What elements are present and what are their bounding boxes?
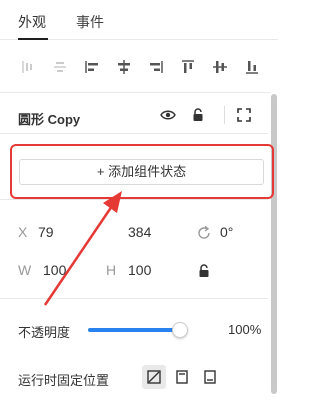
active-tab-indicator xyxy=(18,38,48,40)
fixed-position-label: 运行时固定位置 xyxy=(18,373,110,388)
tab-events[interactable]: 事件 xyxy=(76,12,104,32)
eye-icon[interactable] xyxy=(160,107,176,123)
component-state-section: + 添加组件状态 xyxy=(0,135,268,195)
fix-bottom-icon xyxy=(204,370,216,384)
scrollbar-thumb[interactable] xyxy=(271,94,277,394)
fix-bottom-button[interactable] xyxy=(198,365,222,389)
align-center-icon[interactable] xyxy=(116,59,132,75)
rotate-icon xyxy=(196,225,212,241)
header-divider xyxy=(224,106,225,124)
fix-top-icon xyxy=(176,370,188,384)
align-top-icon[interactable] xyxy=(180,59,196,75)
no-fix-button[interactable] xyxy=(142,365,166,389)
fixed-position-row: 运行时固定位置 xyxy=(0,362,268,392)
opacity-slider-thumb[interactable] xyxy=(172,322,188,338)
panel-tabs: 外观 事件 xyxy=(0,0,278,40)
layer-name: 圆形 Copy xyxy=(18,112,81,127)
align-toolbar xyxy=(0,41,270,93)
h-label: H xyxy=(106,262,117,278)
no-fix-icon xyxy=(147,370,161,384)
rotation-value-input[interactable]: 0° xyxy=(220,224,233,240)
align-middle-icon[interactable] xyxy=(212,59,228,75)
align-left-icon[interactable] xyxy=(84,59,100,75)
w-value-input[interactable]: 100 xyxy=(43,262,66,278)
panel-scrollbar[interactable] xyxy=(270,94,278,394)
aspect-lock-icon[interactable] xyxy=(196,263,212,279)
unlock-icon[interactable] xyxy=(190,107,206,123)
align-horizontal-center-icon[interactable] xyxy=(52,59,68,75)
add-component-state-button[interactable]: + 添加组件状态 xyxy=(19,159,264,185)
tab-appearance[interactable]: 外观 xyxy=(18,12,46,32)
align-right-icon[interactable] xyxy=(148,59,164,75)
y-value-input[interactable]: 384 xyxy=(128,224,151,240)
opacity-label: 不透明度 xyxy=(18,325,71,340)
opacity-slider-track[interactable] xyxy=(88,328,180,332)
w-label: W xyxy=(18,262,32,278)
fit-frame-icon[interactable] xyxy=(236,107,252,123)
opacity-value[interactable]: 100% xyxy=(228,322,261,337)
align-bottom-icon[interactable] xyxy=(244,59,260,75)
opacity-row: 不透明度 100% xyxy=(0,316,268,344)
align-left-edge-icon[interactable] xyxy=(20,59,36,75)
layer-header: 圆形 Copy xyxy=(0,94,268,134)
x-label: X xyxy=(18,224,28,240)
fix-top-button[interactable] xyxy=(170,365,194,389)
h-value-input[interactable]: 100 xyxy=(128,262,151,278)
x-value-input[interactable]: 79 xyxy=(38,224,54,240)
geometry-section: X 79 384 0° W 100 H 100 xyxy=(0,199,268,299)
